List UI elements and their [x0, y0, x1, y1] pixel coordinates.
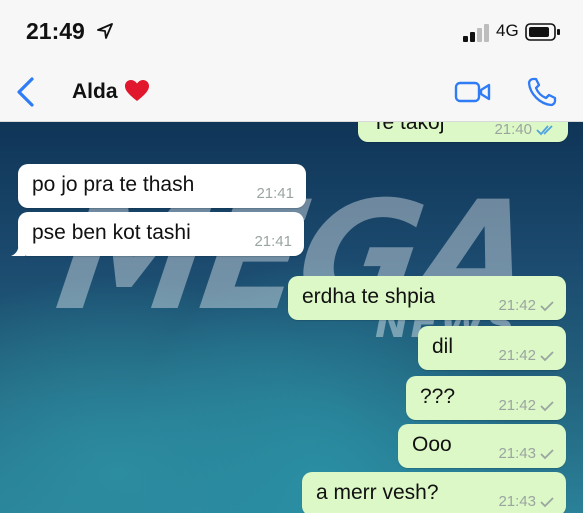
message-bubble-outgoing[interactable]: Ooo 21:43: [398, 424, 566, 468]
check-icon: [540, 350, 554, 361]
message-bubble-incoming[interactable]: po jo pra te thash 21:41: [18, 164, 306, 208]
message-meta: 21:43: [498, 493, 554, 510]
message-meta: 21:40: [494, 122, 556, 138]
message-time: 21:42: [498, 347, 536, 364]
message-text: erdha te shpia: [302, 285, 436, 308]
message-bubble-outgoing[interactable]: ??? 21:42: [406, 376, 566, 420]
back-chevron-icon[interactable]: [14, 76, 38, 108]
location-arrow-icon: [97, 23, 113, 39]
message-meta: 21:43: [498, 445, 554, 462]
message-meta: 21:42: [498, 397, 554, 414]
message-text: Ooo: [412, 433, 452, 456]
message-time: 21:42: [498, 397, 536, 414]
contact-name[interactable]: Alda: [72, 80, 118, 104]
check-icon: [540, 300, 554, 311]
double-check-icon: [536, 124, 553, 135]
message-bubble-outgoing[interactable]: erdha te shpia 21:42: [288, 276, 566, 320]
heart-icon: [125, 80, 149, 101]
message-text: pse ben kot tashi: [32, 221, 191, 244]
message-text: ???: [420, 385, 456, 408]
check-icon: [540, 448, 554, 459]
chat-area[interactable]: MEGA NEWS Te takoj 21:40 po jo pra te th…: [0, 122, 583, 513]
message-meta: 21:41: [254, 233, 292, 250]
chat-header: Alda: [0, 62, 583, 122]
message-meta: 21:42: [498, 347, 554, 364]
message-time: 21:40: [494, 122, 532, 138]
message-time: 21:43: [498, 445, 536, 462]
message-meta: 21:41: [256, 185, 294, 202]
message-time: 21:41: [254, 233, 292, 250]
message-text: Te takoj: [372, 122, 445, 134]
battery-icon: [525, 23, 560, 41]
status-bar: 21:49 4G: [0, 0, 583, 62]
message-bubble-incoming[interactable]: pse ben kot tashi 21:41: [11, 212, 304, 256]
message-time: 21:43: [498, 493, 536, 510]
message-meta: 21:42: [498, 297, 554, 314]
message-text: dil: [432, 335, 454, 358]
status-time: 21:49: [26, 18, 85, 44]
video-call-icon[interactable]: [454, 79, 492, 105]
message-time: 21:41: [256, 185, 294, 202]
signal-icon: [463, 24, 489, 42]
bubble-tail: [11, 242, 25, 256]
message-bubble-outgoing[interactable]: dil 21:42: [418, 326, 566, 370]
message-time: 21:42: [498, 297, 536, 314]
message-bubble-outgoing[interactable]: a merr vesh? 21:43: [302, 472, 566, 513]
network-type: 4G: [496, 21, 519, 40]
message-text: a merr vesh?: [316, 481, 439, 504]
check-icon: [540, 496, 554, 507]
phone-call-icon[interactable]: [526, 76, 558, 108]
message-bubble-outgoing[interactable]: Te takoj 21:40: [358, 122, 568, 142]
check-icon: [540, 400, 554, 411]
message-text: po jo pra te thash: [32, 173, 195, 196]
